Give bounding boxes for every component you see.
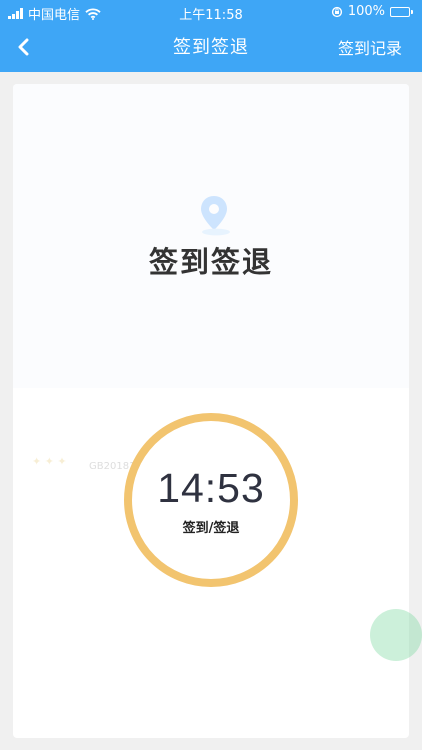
map-area: 签到签退	[13, 84, 409, 388]
checkin-records-link[interactable]: 签到记录	[338, 35, 402, 59]
battery-percentage: 100%	[347, 4, 385, 19]
status-bar: 中国电信 上午11:58 100%	[0, 0, 422, 24]
navigation-bar: 签到签退 签到记录	[0, 24, 422, 72]
checkin-card: 签到签退 ✦ ✦ ✦ GB2018143号 · 甲测资字1100471	[13, 84, 409, 738]
orientation-lock-icon	[331, 6, 342, 17]
battery-icon	[390, 6, 413, 17]
status-right: 100%	[331, 4, 413, 19]
current-time: 14:53	[157, 465, 265, 511]
floating-action-button[interactable]	[370, 609, 422, 661]
map-logo: ✦ ✦ ✦	[32, 455, 67, 468]
checkin-checkout-label: 签到/签退	[182, 521, 240, 536]
checkin-clock-button[interactable]: 14:53 签到/签退	[124, 413, 298, 587]
top-bar: 中国电信 上午11:58 100% 签到签退 签到记录	[0, 0, 422, 72]
card-title: 签到签退	[148, 245, 273, 279]
location-pin-icon	[201, 196, 230, 236]
